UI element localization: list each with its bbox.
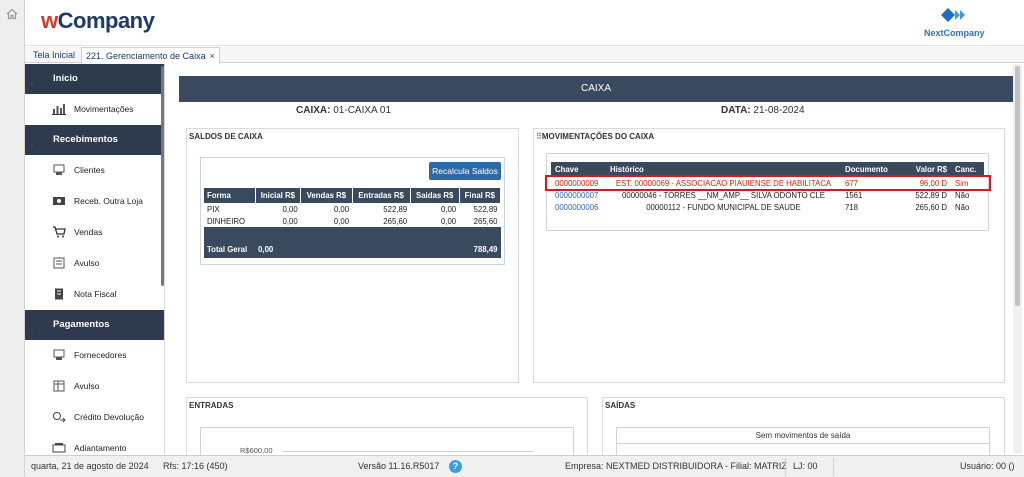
- advance-icon: [52, 443, 66, 453]
- sidebar-section-inicio[interactable]: ◦ Início: [25, 64, 164, 94]
- status-bar: quarta, 21 de agosto de 2024 Rfs: 17:16 …: [25, 455, 1024, 477]
- table-row[interactable]: DINHEIRO 0,00 0,00 265,60 0,00 265,60: [204, 215, 501, 227]
- cell-valor: 265,60 D: [915, 202, 947, 212]
- table-spacer-row: [204, 227, 501, 240]
- saidas-title: SAÍDAS: [605, 401, 636, 410]
- divider: [616, 443, 990, 444]
- cell-saidas: 0,00: [440, 204, 457, 214]
- total-row: Total Geral 0,00 788,49: [204, 240, 501, 258]
- cell-documento: 718: [845, 202, 859, 212]
- clients-icon: [53, 164, 65, 175]
- left-rail: [0, 0, 25, 477]
- status-date: quarta, 21 de agosto de 2024: [31, 461, 149, 471]
- supplier-icon: [53, 349, 65, 360]
- cell-canc: Não: [955, 202, 970, 212]
- table-row[interactable]: 0000000006 00000112 - FUNDO MUNICIPAL DE…: [551, 201, 984, 213]
- status-usuario: Usuário: 00 (): [960, 461, 1015, 471]
- main-scrollbar[interactable]: [1013, 64, 1022, 454]
- recalcula-saldos-button[interactable]: Recalcula Saldos: [429, 162, 501, 180]
- entradas-title: ENTRADAS: [189, 401, 234, 410]
- ledger-icon: [53, 380, 65, 392]
- cart-icon: [53, 226, 66, 238]
- tab-gerenciamento-caixa[interactable]: 221. Gerenciamento de Caixa ×: [81, 47, 220, 64]
- cell-saidas: 0,00: [440, 216, 457, 226]
- cell-forma: PIX: [207, 204, 220, 214]
- sidebar-section-recebimentos[interactable]: ◦ Recebimentos: [25, 125, 164, 155]
- col-final[interactable]: Final R$: [459, 188, 502, 203]
- cell-inicial: 0,00: [282, 204, 298, 214]
- movimentacoes-title: ⠿MOVIMENTAÇÕES DO CAIXA: [536, 132, 655, 141]
- status-rfs: Rfs: 17:16 (450): [163, 461, 228, 471]
- sidebar-item-clientes[interactable]: Clientes: [25, 155, 164, 186]
- divider: [833, 458, 834, 476]
- invoice-icon: [55, 288, 63, 300]
- sidebar-section-pagamentos[interactable]: ◦ Pagamentos: [25, 310, 164, 340]
- tab-bar: Tela Inicial 221. Gerenciamento de Caixa…: [25, 47, 1024, 64]
- home-icon[interactable]: [6, 8, 18, 20]
- cell-chave[interactable]: 0000000006: [551, 201, 606, 213]
- cell-inicial: 0,00: [282, 216, 298, 226]
- saldos-title: SALDOS DE CAIXA: [189, 132, 263, 141]
- col-forma[interactable]: Forma: [204, 188, 256, 203]
- sem-movimentos-text: Sem movimentos de saída: [755, 431, 851, 440]
- scrollbar-thumb[interactable]: [1015, 66, 1020, 306]
- sidebar-item-nota-fiscal[interactable]: Nota Fiscal: [25, 279, 164, 310]
- col-saidas[interactable]: Saidas R$: [410, 188, 460, 203]
- total-final: 788,49: [459, 240, 501, 258]
- refund-icon: [53, 412, 66, 423]
- sidebar-item-fornecedores[interactable]: Fornecedores: [25, 340, 164, 371]
- cell-historico: 00000112 - FUNDO MUNICIPAL DE SAUDE: [646, 202, 801, 212]
- document-icon: [53, 257, 65, 269]
- help-icon[interactable]: ?: [449, 460, 462, 473]
- cell-final: 265,60: [473, 216, 498, 226]
- sidebar: ◦ Início Movimentações ◦ Recebimentos Clie…: [25, 64, 165, 454]
- sidebar-item-movimentacoes[interactable]: Movimentações: [25, 94, 164, 125]
- status-lj: LJ: 00: [793, 461, 818, 471]
- cell-entradas: 522,89: [383, 204, 408, 214]
- sidebar-item-avulso-pagamento[interactable]: Avulso: [25, 371, 164, 402]
- highlight-box: [545, 175, 991, 191]
- sidebar-item-receb-outra-loja[interactable]: Receb. Outra Loja: [25, 186, 164, 217]
- table-row[interactable]: PIX 0,00 0,00 522,89 0,00 522,89: [204, 203, 501, 215]
- close-tab-icon[interactable]: ×: [210, 51, 215, 61]
- chart-icon: [52, 104, 66, 115]
- cell-vendas: 0,00: [333, 216, 350, 226]
- nextcompany-logo: NextCompany: [924, 6, 985, 40]
- col-inicial[interactable]: Inicial R$: [255, 188, 302, 203]
- status-version: Versão 11.16.R5017: [358, 461, 440, 471]
- entradas-ytick: R$600,00: [240, 446, 273, 455]
- data-info: DATA: 21-08-2024: [721, 105, 805, 116]
- sidebar-item-avulso-recebimento[interactable]: Avulso: [25, 248, 164, 279]
- cell-forma: DINHEIRO: [207, 216, 246, 226]
- nextcompany-mark-icon: [941, 8, 965, 22]
- caixa-info: CAIXA: 01-CAIXA 01: [296, 105, 392, 116]
- total-initial: 0,00: [255, 240, 301, 258]
- sidebar-item-adiantamento[interactable]: Adiantamento: [25, 433, 164, 454]
- cash-icon: [53, 197, 65, 205]
- cell-final: 522,89: [473, 204, 498, 214]
- sidebar-scrollbar[interactable]: [161, 66, 164, 286]
- divider: [785, 458, 786, 476]
- sidebar-item-vendas[interactable]: Vendas: [25, 217, 164, 248]
- col-entradas[interactable]: Entradas R$: [352, 188, 411, 203]
- saldos-table: Forma Inicial R$ Vendas R$ Entradas R$ S…: [204, 188, 502, 258]
- company-logo: wCompany: [41, 8, 155, 33]
- cell-entradas: 265,60: [383, 216, 408, 226]
- sidebar-item-credito-devolucao[interactable]: Crédito Devolução: [25, 402, 164, 433]
- total-label: Total Geral: [204, 240, 256, 258]
- col-vendas[interactable]: Vendas R$: [300, 188, 353, 203]
- cell-vendas: 0,00: [333, 204, 350, 214]
- app-header: wCompany NextCompany: [25, 0, 1024, 46]
- tab-tela-inicial[interactable]: Tela Inicial: [29, 47, 79, 63]
- status-empresa: Empresa: NEXTMED DISTRIBUIDORA - Filial:…: [565, 461, 787, 471]
- caixa-title-bar: CAIXA: [179, 76, 1013, 102]
- chart-gridline: [283, 451, 533, 452]
